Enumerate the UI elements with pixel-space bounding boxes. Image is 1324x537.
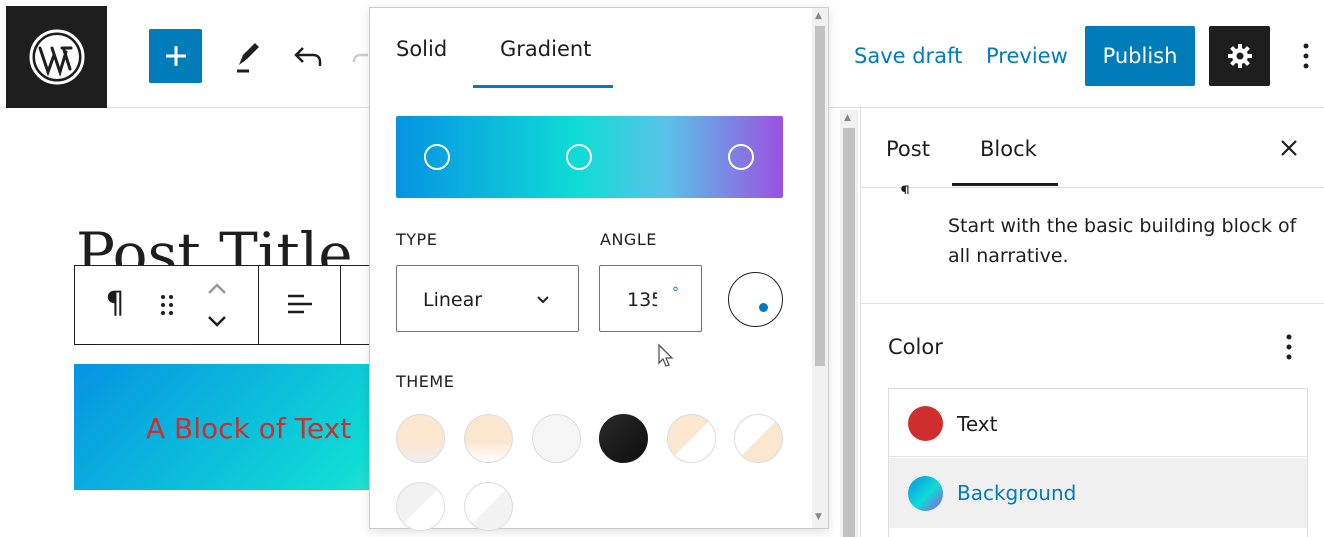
more-vertical-icon [1303,43,1309,69]
text-color-label: Text [957,412,998,436]
paragraph-icon: ¶ [900,182,911,194]
toolbar-divider [258,265,259,345]
gradient-stop-handle[interactable] [424,144,450,170]
text-color-row[interactable] [889,389,1307,457]
move-buttons [203,282,231,328]
theme-gradient-swatch[interactable] [734,414,783,463]
scroll-up-arrow-icon[interactable]: ▲ [844,113,851,123]
block-text[interactable]: A Block of Text [146,412,351,445]
paragraph-block-type-button[interactable]: ¶ [100,283,130,323]
angle-value: 135 [627,289,657,311]
pen-icon [237,43,259,73]
degree-unit: ° [672,285,679,301]
active-tab-indicator [952,183,1058,186]
tab-post[interactable]: Post [886,137,930,161]
popover-scrollbar-thumb[interactable] [815,26,825,366]
gradient-type-value: Linear [423,289,483,311]
text-color-indicator [908,406,943,441]
type-label: TYPE [396,230,438,249]
tab-solid[interactable]: Solid [396,37,447,61]
plus-icon [165,46,186,66]
wordpress-icon [29,29,84,85]
tools-button[interactable] [228,36,268,76]
align-left-icon [288,294,312,314]
move-up-icon[interactable] [206,282,228,296]
background-color-row[interactable] [889,458,1307,528]
angle-picker-dial[interactable] [728,272,783,327]
theme-gradient-swatch[interactable] [396,414,445,463]
drag-handle-icon [161,295,173,315]
settings-button[interactable] [1209,26,1270,86]
mouse-cursor-icon [658,343,674,367]
align-button[interactable] [283,287,317,321]
theme-gradient-swatch[interactable] [464,482,513,531]
more-vertical-icon [1286,334,1292,360]
more-options-button[interactable] [1294,40,1318,72]
theme-gradient-swatch[interactable] [396,482,445,531]
move-down-icon[interactable] [206,314,228,328]
block-description: Start with the basic building block of a… [948,215,1297,267]
angle-label: ANGLE [600,230,657,249]
tab-block[interactable]: Block [980,137,1037,161]
preview-button[interactable]: Preview [986,44,1068,68]
paragraph-icon: ¶ [105,285,125,321]
angle-dial-indicator [759,303,768,312]
theme-gradient-swatch[interactable] [532,414,581,463]
wordpress-logo[interactable] [6,6,107,108]
drag-handle[interactable] [152,288,182,322]
theme-label: THEME [396,372,455,391]
gradient-stop-handle[interactable] [566,144,592,170]
sidebar-divider [860,187,1324,188]
gradient-stop-handle[interactable] [728,144,754,170]
close-sidebar-button[interactable] [1277,136,1301,160]
chevron-down-icon [537,296,549,304]
scroll-down-arrow-icon[interactable]: ▼ [815,512,822,522]
theme-gradient-swatch[interactable] [464,414,513,463]
toolbar-divider [340,265,341,345]
color-options-button[interactable] [1284,333,1294,363]
theme-gradient-swatch[interactable] [667,414,716,463]
undo-button[interactable] [288,36,328,76]
save-draft-button[interactable]: Save draft [854,44,962,68]
theme-gradient-swatch[interactable] [599,414,648,463]
color-panel-title: Color [888,335,943,359]
undo-icon [294,47,322,66]
editor-scrollbar-thumb[interactable] [843,128,855,537]
background-color-indicator [908,476,943,511]
redo-icon [352,53,368,63]
panel-divider [860,303,1324,304]
active-tab-indicator [473,85,613,88]
background-color-label: Background [957,481,1077,505]
gear-icon [1227,44,1252,68]
add-block-button[interactable] [149,29,202,83]
publish-button[interactable]: Publish [1085,26,1195,86]
close-icon [1281,140,1297,156]
scroll-up-arrow-icon[interactable]: ▲ [815,11,822,21]
redo-button[interactable] [348,36,368,76]
tab-gradient[interactable]: Gradient [500,37,591,61]
